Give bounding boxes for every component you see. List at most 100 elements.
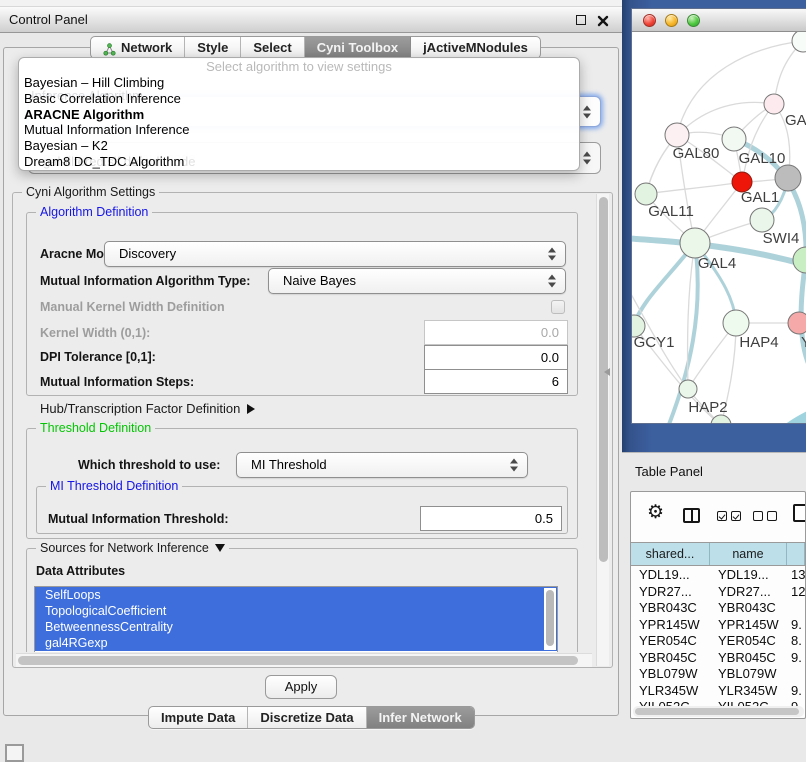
network-node[interactable] bbox=[679, 380, 697, 398]
data-attribute-item[interactable]: gal4RGexp bbox=[35, 635, 557, 651]
table-cell: YER054C bbox=[710, 633, 787, 650]
network-node[interactable] bbox=[711, 415, 731, 424]
collapsed-panel-widget[interactable] bbox=[5, 744, 24, 762]
network-node-label: SWI4 bbox=[763, 230, 800, 247]
algorithm-popup-item[interactable]: Mutual Information Inference bbox=[19, 122, 579, 138]
table-cell: 12 bbox=[787, 584, 805, 601]
network-node-label: GAL4 bbox=[698, 255, 736, 272]
tab-jactivemnodules[interactable]: jActiveMNodules bbox=[411, 37, 540, 58]
zoom-traffic-light-icon[interactable] bbox=[687, 14, 700, 27]
close-icon[interactable] bbox=[597, 14, 609, 26]
tab-discretize-data[interactable]: Discretize Data bbox=[248, 707, 366, 728]
sources-collapse-toggle[interactable]: Sources for Network Inference bbox=[36, 541, 229, 555]
network-node[interactable] bbox=[788, 312, 806, 334]
hub-definition-expander[interactable]: Hub/Transcription Factor Definition bbox=[40, 399, 255, 419]
network-node[interactable] bbox=[635, 183, 657, 205]
float-panel-icon[interactable] bbox=[576, 15, 586, 25]
gear-icon[interactable]: ⚙ bbox=[647, 503, 664, 522]
manual-kernel-label: Manual Kernel Width Definition bbox=[40, 297, 225, 317]
data-attribute-item[interactable]: BetweennessCentrality bbox=[35, 619, 557, 635]
network-node[interactable] bbox=[680, 228, 710, 258]
tab-cyni-toolbox-label: Cyni Toolbox bbox=[317, 37, 398, 58]
aracne-mode-select[interactable]: Discovery bbox=[104, 241, 566, 267]
table-cell: 9. bbox=[787, 617, 805, 634]
table-cell: YPR145W bbox=[631, 617, 710, 634]
mi-type-select[interactable]: Naive Bayes bbox=[268, 268, 566, 294]
network-node[interactable] bbox=[792, 32, 806, 52]
table-cell: 13 bbox=[787, 567, 805, 584]
algorithm-popup-item[interactable]: ARACNE Algorithm bbox=[19, 107, 579, 123]
network-node[interactable] bbox=[775, 165, 801, 191]
table-row[interactable]: YBR043CYBR043C bbox=[631, 600, 805, 617]
window-top-strip bbox=[0, 0, 622, 7]
table-row[interactable]: YIL052CYIL052C9. bbox=[631, 699, 805, 706]
split-columns-icon[interactable] bbox=[683, 508, 700, 523]
tab-network[interactable]: Network bbox=[91, 37, 185, 58]
table-horizontal-scrollbar[interactable] bbox=[633, 706, 804, 717]
network-node[interactable] bbox=[722, 127, 746, 151]
network-window-titlebar[interactable] bbox=[632, 9, 806, 32]
column-header-name[interactable]: name bbox=[710, 543, 787, 565]
select-all-checkboxes-icon[interactable] bbox=[717, 511, 741, 521]
network-node[interactable] bbox=[723, 310, 749, 336]
tab-cyni-toolbox[interactable]: Cyni Toolbox bbox=[305, 37, 411, 58]
tab-network-label: Network bbox=[121, 37, 172, 58]
deselect-all-checkboxes-icon[interactable] bbox=[753, 511, 777, 521]
tab-impute-data-label: Impute Data bbox=[161, 707, 235, 728]
table-header: shared... name bbox=[631, 542, 805, 566]
dpi-tolerance-field[interactable]: 0.0 bbox=[424, 345, 568, 370]
aracne-mode-value: Discovery bbox=[119, 246, 176, 261]
close-traffic-light-icon[interactable] bbox=[643, 14, 656, 27]
table-row[interactable]: YDL19...YDL19...13 bbox=[631, 567, 805, 584]
data-attributes-list: SelfLoopsTopologicalCoefficientBetweenne… bbox=[34, 586, 558, 652]
apply-button[interactable]: Apply bbox=[265, 675, 337, 699]
network-node-label: Y bbox=[801, 334, 806, 351]
network-node-label: GAL10 bbox=[739, 150, 786, 167]
network-node[interactable] bbox=[665, 123, 689, 147]
network-canvas[interactable]: GALGAL80GAL10GAL1GAL11SWI4GAL4GCY1HAP4YH… bbox=[632, 32, 806, 424]
table-row[interactable]: YDR27...YDR27...12 bbox=[631, 584, 805, 601]
kernel-width-field[interactable]: 0.0 bbox=[424, 320, 568, 345]
manual-kernel-checkbox[interactable] bbox=[551, 300, 565, 314]
tab-style[interactable]: Style bbox=[185, 37, 241, 58]
table-cell: YBR043C bbox=[631, 600, 710, 617]
table-row[interactable]: YLR345WYLR345W9. bbox=[631, 683, 805, 700]
sources-title: Sources for Network Inference bbox=[40, 541, 209, 555]
network-node[interactable] bbox=[750, 208, 774, 232]
settings-vertical-scrollbar[interactable] bbox=[596, 194, 609, 666]
algorithm-popup-item[interactable]: Bayesian – K2 bbox=[19, 138, 579, 154]
table-cell bbox=[787, 600, 805, 617]
table-row[interactable]: YPR145WYPR145W9. bbox=[631, 617, 805, 634]
expand-right-icon bbox=[247, 404, 255, 414]
table-row[interactable]: YER054CYER054C8. bbox=[631, 633, 805, 650]
data-attribute-item[interactable]: TopologicalCoefficient bbox=[35, 603, 557, 619]
network-node[interactable] bbox=[793, 247, 806, 273]
network-node-label: GAL11 bbox=[648, 203, 694, 220]
table-panel: Table Panel ⚙ shared... name YDL19...YDL… bbox=[622, 452, 806, 762]
export-table-icon[interactable] bbox=[793, 504, 806, 522]
panel-splitter-handle[interactable] bbox=[604, 368, 610, 376]
minimize-traffic-light-icon[interactable] bbox=[665, 14, 678, 27]
column-header-partial[interactable] bbox=[787, 543, 805, 565]
tab-infer-network[interactable]: Infer Network bbox=[367, 707, 474, 728]
mi-steps-field[interactable]: 6 bbox=[424, 369, 568, 394]
table-cell: 9. bbox=[787, 699, 805, 706]
mi-threshold-definition-title: MI Threshold Definition bbox=[46, 479, 182, 493]
table-row[interactable]: YBR045CYBR045C9. bbox=[631, 650, 805, 667]
mit-field[interactable]: 0.5 bbox=[420, 506, 562, 531]
data-attribute-item[interactable]: SelfLoops bbox=[35, 587, 557, 603]
column-header-shared[interactable]: shared... bbox=[631, 543, 710, 565]
table-cell: YDL19... bbox=[710, 567, 787, 584]
settings-horizontal-scrollbar[interactable] bbox=[16, 653, 592, 667]
network-node-label: GAL80 bbox=[673, 145, 720, 162]
table-cell: 8. bbox=[787, 633, 805, 650]
table-cell bbox=[787, 666, 805, 683]
tab-select[interactable]: Select bbox=[241, 37, 304, 58]
dpi-tolerance-label: DPI Tolerance [0,1]: bbox=[40, 344, 156, 370]
which-threshold-select[interactable]: MI Threshold bbox=[236, 452, 528, 478]
network-node[interactable] bbox=[764, 94, 784, 114]
network-edge bbox=[772, 404, 806, 424]
table-row[interactable]: YBL079WYBL079W bbox=[631, 666, 805, 683]
attribute-list-scrollbar[interactable] bbox=[544, 588, 556, 650]
tab-impute-data[interactable]: Impute Data bbox=[149, 707, 248, 728]
